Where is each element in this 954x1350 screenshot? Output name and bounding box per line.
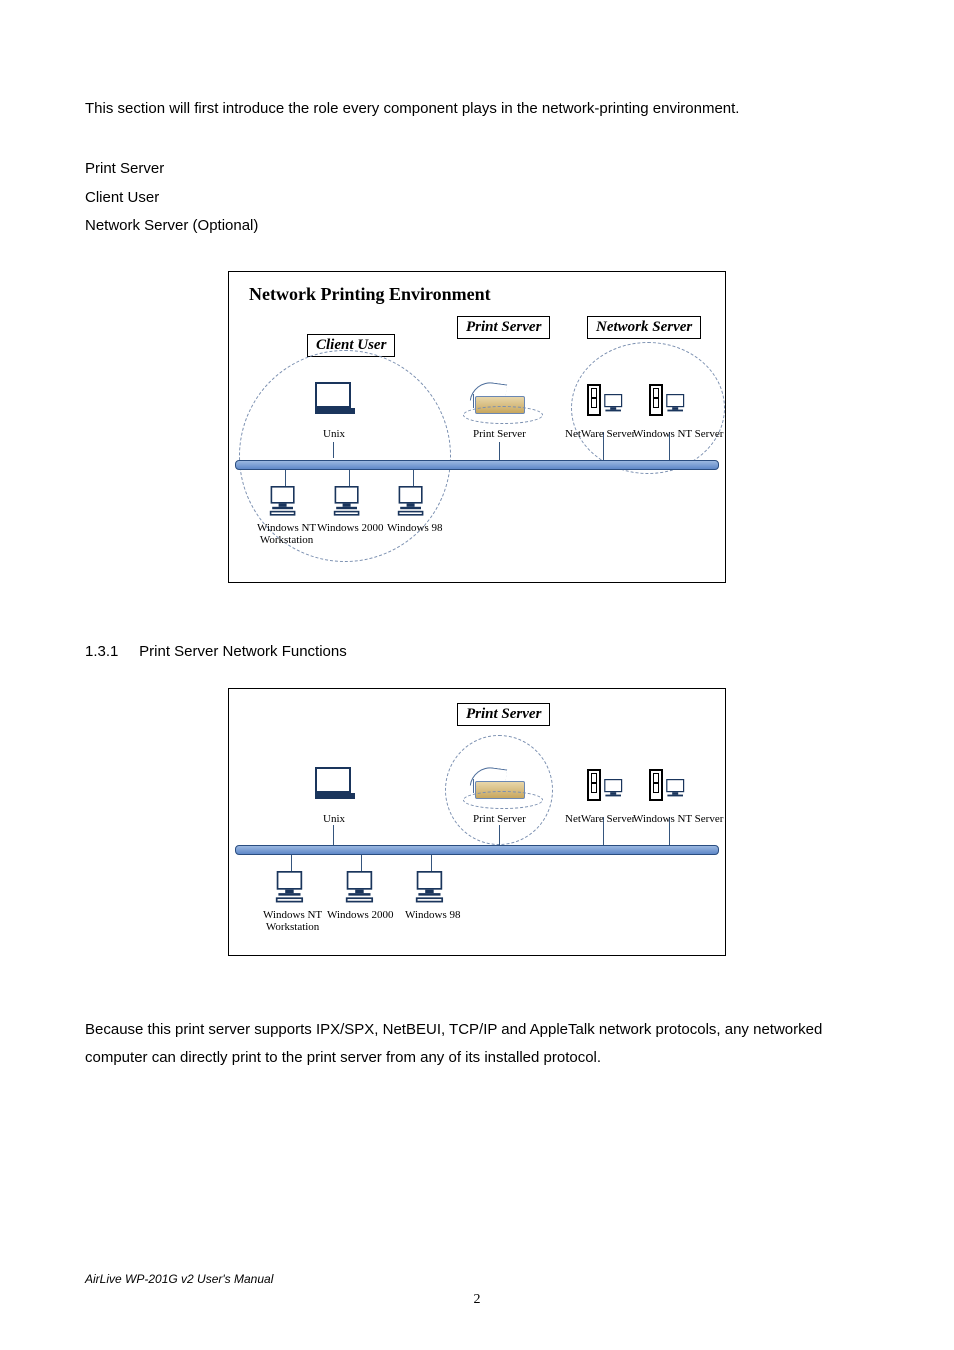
network-bus bbox=[235, 460, 719, 470]
caption-win98: Windows 98 bbox=[405, 909, 460, 921]
caption-print-server-device: Print Server bbox=[473, 813, 526, 825]
caption-netware: NetWare Server bbox=[565, 813, 635, 825]
connector-line bbox=[291, 855, 292, 871]
label-print-server: Print Server bbox=[457, 703, 550, 726]
caption-unix: Unix bbox=[323, 428, 345, 440]
client-winnt-ws-icon bbox=[269, 486, 296, 516]
caption-win2000: Windows 2000 bbox=[327, 909, 393, 921]
caption-winnt-ws: Windows NT Workstation bbox=[257, 522, 316, 546]
intro-text: This section will first introduce the ro… bbox=[85, 100, 869, 117]
connector-line bbox=[333, 442, 334, 458]
footer-text: AirLive WP-201G v2 User's Manual bbox=[85, 1272, 273, 1286]
list-item: Client User bbox=[85, 184, 869, 213]
client-win98-icon bbox=[415, 871, 444, 902]
list-item: Print Server bbox=[85, 155, 869, 184]
caption-win2000: Windows 2000 bbox=[317, 522, 383, 534]
netware-monitor-icon bbox=[603, 779, 623, 796]
client-win2000-icon bbox=[345, 871, 374, 902]
winnt-monitor-icon bbox=[665, 394, 685, 411]
connector-line bbox=[333, 825, 334, 845]
caption-win98: Windows 98 bbox=[387, 522, 442, 534]
unix-terminal-icon bbox=[315, 382, 349, 414]
figure-title: Network Printing Environment bbox=[249, 284, 491, 305]
section-title: Print Server Network Functions bbox=[139, 643, 347, 660]
caption-print-server-device: Print Server bbox=[473, 428, 526, 440]
client-win98-icon bbox=[397, 486, 424, 516]
connector-line bbox=[431, 855, 432, 871]
section-number: 1.3.1 bbox=[85, 643, 135, 660]
list-item: Network Server (Optional) bbox=[85, 212, 869, 241]
caption-netware: NetWare Server bbox=[565, 428, 635, 440]
caption-winnt-server: Windows NT Server bbox=[633, 428, 723, 440]
netware-monitor-icon bbox=[603, 394, 623, 411]
label-print-server: Print Server bbox=[457, 316, 550, 339]
unix-terminal-icon bbox=[315, 767, 349, 799]
caption-winnt-ws: Windows NT Workstation bbox=[263, 909, 322, 933]
connector-line bbox=[349, 470, 350, 486]
caption-unix: Unix bbox=[323, 813, 345, 825]
label-network-server: Network Server bbox=[587, 316, 701, 339]
netware-tower-icon bbox=[587, 384, 601, 416]
connector-line bbox=[361, 855, 362, 871]
print-server-device-icon bbox=[475, 781, 533, 799]
winnt-monitor-icon bbox=[665, 779, 685, 796]
connector-line bbox=[285, 470, 286, 486]
client-win2000-icon bbox=[333, 486, 360, 516]
body-paragraph: Because this print server supports IPX/S… bbox=[85, 1016, 869, 1073]
winnt-tower-icon bbox=[649, 384, 663, 416]
caption-winnt-server: Windows NT Server bbox=[633, 813, 723, 825]
netware-tower-icon bbox=[587, 769, 601, 801]
network-bus bbox=[235, 845, 719, 855]
section-heading: 1.3.1 Print Server Network Functions bbox=[85, 643, 869, 660]
page-number: 2 bbox=[0, 1292, 954, 1308]
connector-line bbox=[413, 470, 414, 486]
print-server-device-icon bbox=[475, 396, 533, 414]
client-winnt-ws-icon bbox=[275, 871, 304, 902]
figure-network-printing-environment: Network Printing Environment Client User… bbox=[228, 271, 726, 583]
connector-line bbox=[499, 825, 500, 845]
figure-print-server-functions: Print Server Unix Print Server NetWare S… bbox=[228, 688, 726, 956]
connector-line bbox=[499, 442, 500, 460]
winnt-tower-icon bbox=[649, 769, 663, 801]
component-list: Print Server Client User Network Server … bbox=[85, 155, 869, 241]
